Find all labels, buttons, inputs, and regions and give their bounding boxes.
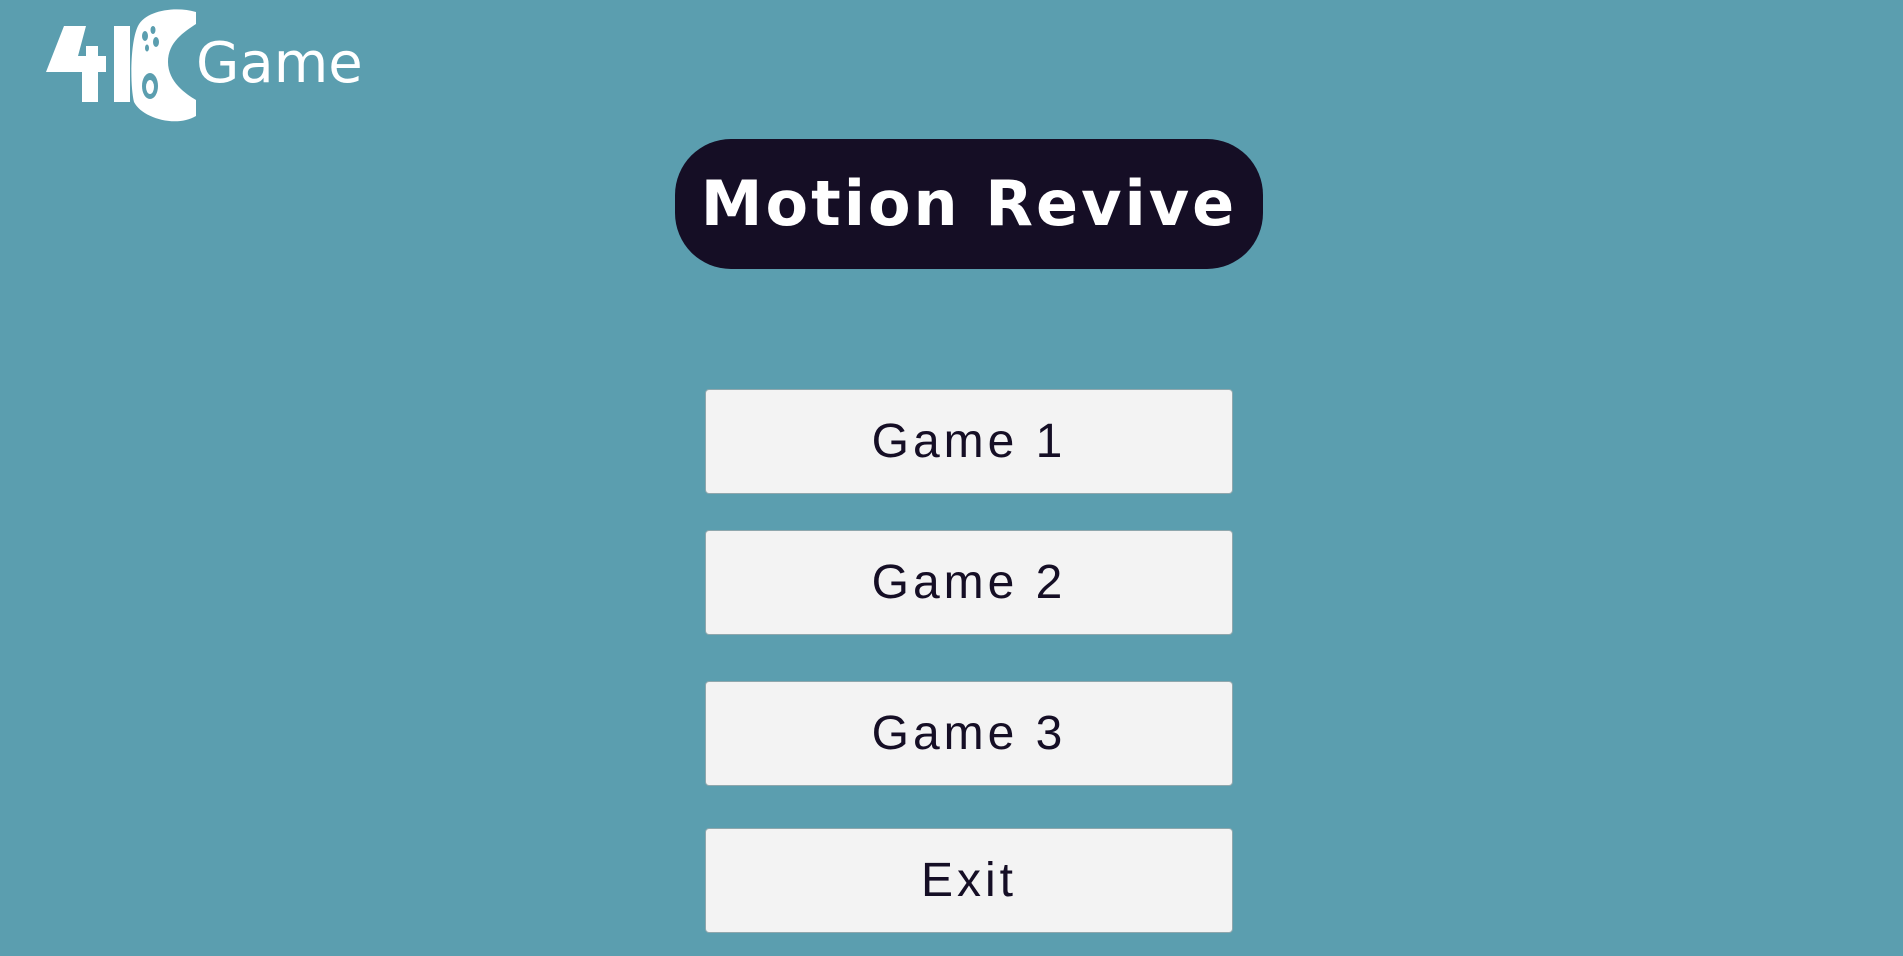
game-3-button-label: Game 3 [871,706,1067,760]
game-2-button-label: Game 2 [871,555,1067,609]
game-1-button[interactable]: Game 1 [705,389,1233,494]
exit-button[interactable]: Exit [705,828,1233,933]
exit-button-label: Exit [920,853,1017,907]
title-banner: Motion Revive [675,139,1263,269]
gamepad-icon [46,9,196,122]
game-3-button[interactable]: Game 3 [705,681,1233,786]
page-title: Motion Revive [700,167,1238,240]
logo: Game [46,6,366,126]
game-1-button-label: Game 1 [871,414,1067,468]
logo-text: Game [196,31,363,96]
game-2-button[interactable]: Game 2 [705,530,1233,635]
